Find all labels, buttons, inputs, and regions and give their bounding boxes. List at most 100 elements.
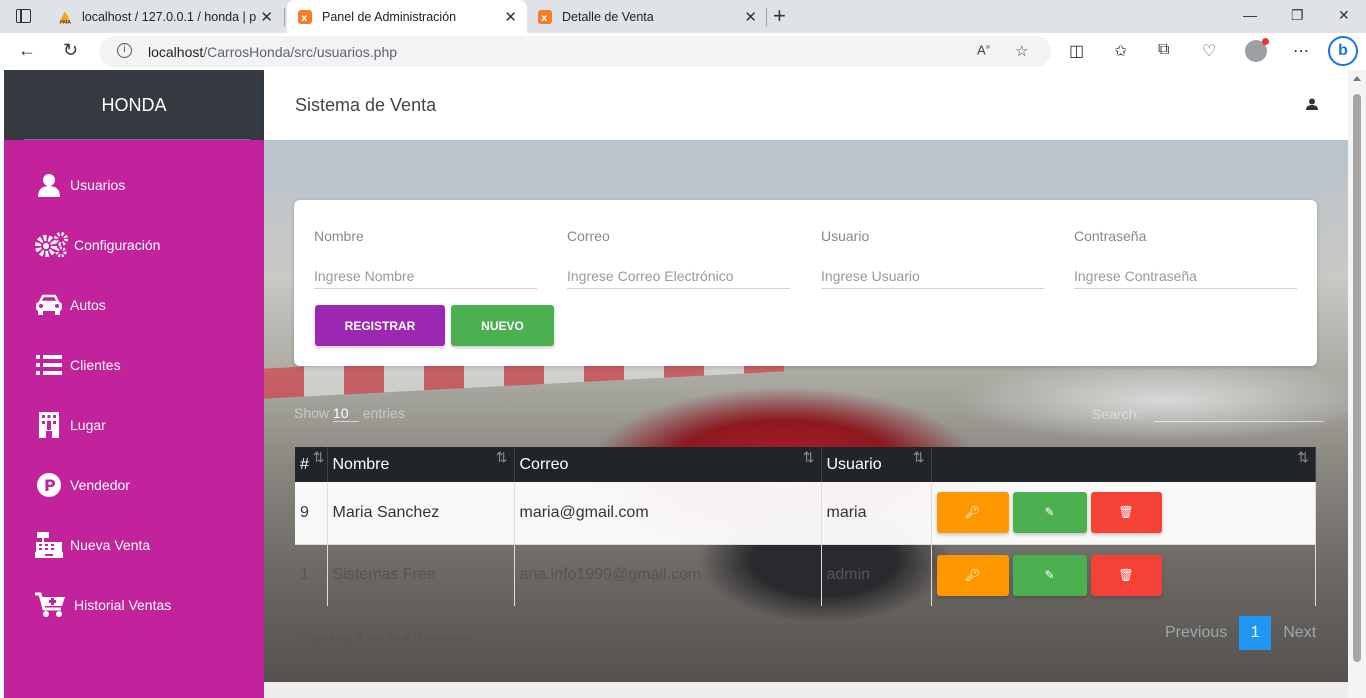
svg-text:x: x — [541, 13, 548, 24]
sidebar-item-label: Lugar — [70, 417, 106, 433]
col-usuario-header[interactable]: Usuario ⇅ — [821, 447, 932, 482]
edit-button[interactable]: ✎ — [1012, 492, 1087, 534]
back-icon[interactable]: ← — [18, 40, 36, 61]
col-id-header[interactable]: # ⇅ — [295, 447, 328, 482]
permissions-button[interactable]: 🔑︎ — [936, 554, 1009, 596]
usuario-input[interactable] — [821, 264, 1044, 289]
list-icon — [34, 352, 64, 378]
read-aloud-icon[interactable]: A» — [977, 42, 990, 57]
sort-icon[interactable]: ⇅ — [313, 449, 325, 466]
browser-essentials-icon[interactable]: ♡ — [1202, 41, 1216, 61]
sidebar-item-clientes[interactable]: Clientes — [34, 350, 121, 380]
sidebar-item-label: Clientes — [70, 357, 121, 373]
edit-button[interactable]: ✎ — [1012, 554, 1087, 596]
user-form-card: Nombre Correo Usuario Contraseña REGISTR… — [294, 200, 1317, 366]
table-search: Search: — [1092, 405, 1325, 422]
new-button[interactable]: NUEVO — [451, 305, 554, 346]
sidebar-item-nueva-venta[interactable]: Nueva Venta — [34, 530, 150, 560]
svg-text:PMA: PMA — [60, 20, 71, 25]
split-screen-icon[interactable]: ◫ — [1069, 41, 1084, 61]
page-scrollbar[interactable] — [1348, 70, 1366, 698]
copilot-icon[interactable]: b — [1328, 36, 1358, 66]
sort-icon[interactable]: ⇅ — [496, 449, 508, 466]
show-label: Show — [294, 405, 330, 421]
sidebar-item-label: Autos — [70, 297, 106, 313]
contrasena-field-group: Contraseña — [1074, 228, 1297, 289]
close-tab-icon[interactable]: ✕ — [744, 8, 757, 26]
previous-page-button[interactable]: Previous — [1153, 624, 1239, 642]
url-text[interactable]: localhost/CarrosHonda/src/usuarios.php — [148, 44, 397, 60]
entries-length-control: Show 10 entries — [294, 405, 405, 422]
sidebar-item-configuracion[interactable]: Configuración — [34, 230, 160, 260]
sidebar-item-autos[interactable]: Autos — [34, 290, 106, 320]
collections-icon[interactable]: ⧉ — [1158, 41, 1169, 59]
profile-avatar-icon[interactable] — [1245, 38, 1269, 62]
site-info-icon[interactable]: i — [117, 43, 132, 58]
cell-correo: maria@gmail.com — [514, 482, 822, 545]
tab-title: Panel de Administración — [322, 9, 457, 24]
window-close-icon[interactable]: ✕ — [1338, 7, 1350, 24]
close-tab-icon[interactable]: ✕ — [504, 8, 517, 26]
minimize-icon[interactable]: — — [1243, 7, 1257, 23]
favorite-star-icon[interactable]: ☆ — [1015, 42, 1028, 60]
nombre-label: Nombre — [314, 228, 364, 244]
sidebar-item-vendedor[interactable]: P Vendedor — [34, 470, 130, 500]
close-tab-icon[interactable]: ✕ — [260, 8, 273, 26]
delete-button[interactable]: 🗑︎ — [1090, 554, 1162, 596]
next-page-button[interactable]: Next — [1271, 624, 1328, 642]
tab-actions-icon[interactable] — [16, 9, 31, 23]
contrasena-input[interactable] — [1074, 264, 1297, 289]
browser-tab-detalle[interactable]: x Detalle de Venta ✕ — [527, 0, 767, 33]
sort-icon[interactable]: ⇅ — [1297, 449, 1309, 466]
col-nombre-header[interactable]: Nombre ⇅ — [327, 447, 515, 482]
sort-icon[interactable]: ⇅ — [803, 449, 815, 466]
search-input[interactable] — [1154, 405, 1325, 422]
user-menu-icon[interactable] — [1306, 97, 1318, 115]
user-icon — [34, 172, 64, 198]
sidebar-item-lugar[interactable]: Lugar — [34, 410, 106, 440]
restore-icon[interactable]: ❐ — [1291, 7, 1304, 24]
favorites-icon[interactable]: ✩ — [1114, 41, 1127, 61]
xampp-icon: x — [537, 9, 553, 25]
sidebar-item-historial-ventas[interactable]: Historial Ventas — [34, 590, 171, 620]
new-tab-icon[interactable]: + — [773, 3, 786, 29]
permissions-button[interactable]: 🔑︎ — [936, 492, 1009, 534]
cash-register-icon — [34, 532, 64, 558]
cell-actions: 🔑︎ ✎ 🗑︎ — [931, 544, 1316, 606]
trash-icon: 🗑︎ — [1118, 505, 1134, 520]
scrollbar-thumb[interactable] — [1353, 94, 1361, 662]
col-actions-header[interactable]: ⇅ — [931, 447, 1316, 482]
address-bar[interactable]: i localhost/CarrosHonda/src/usuarios.php… — [99, 36, 1051, 67]
cell-nombre: Sistemas Free — [327, 544, 515, 606]
browser-tab-panel[interactable]: x Panel de Administración ✕ — [287, 0, 527, 33]
edit-icon: ✎ — [1044, 567, 1055, 582]
browser-tab-bar: PMA localhost / 127.0.0.1 / honda | ph ✕… — [0, 0, 1366, 33]
entries-select[interactable]: 10 — [332, 405, 359, 422]
col-correo-header[interactable]: Correo ⇅ — [514, 447, 822, 482]
scroll-up-icon[interactable] — [1353, 76, 1361, 81]
tab-separator — [766, 8, 767, 26]
sidebar-item-usuarios[interactable]: Usuarios — [34, 170, 125, 200]
register-button[interactable]: REGISTRAR — [315, 305, 445, 346]
browser-tab-phpmyadmin[interactable]: PMA localhost / 127.0.0.1 / honda | ph ✕ — [47, 0, 283, 33]
page-1-button[interactable]: 1 — [1239, 616, 1272, 650]
cell-nombre: Maria Sanchez — [327, 482, 515, 545]
correo-input[interactable] — [567, 264, 790, 289]
nombre-input[interactable] — [314, 264, 537, 289]
cell-usuario: maria — [821, 482, 932, 545]
brand-logo[interactable]: HONDA — [4, 70, 264, 140]
main-content: Nombre Correo Usuario Contraseña REGISTR… — [264, 140, 1348, 682]
contrasena-label: Contraseña — [1074, 228, 1147, 244]
table-row: 9 Maria Sanchez maria@gmail.com maria 🔑︎… — [295, 482, 1316, 545]
tab-separator — [284, 8, 285, 26]
table-row: 1 Sistemas Free ana.info1999@gmail.com a… — [295, 544, 1316, 606]
svg-text:x: x — [301, 13, 308, 24]
refresh-icon[interactable]: ↻ — [63, 40, 78, 61]
sort-icon[interactable]: ⇅ — [913, 449, 925, 466]
sidebar-item-label: Configuración — [74, 237, 161, 253]
sidebar-item-label: Vendedor — [70, 477, 130, 493]
tab-title: Detalle de Venta — [562, 9, 654, 24]
more-options-icon[interactable]: ⋯ — [1293, 41, 1309, 61]
delete-button[interactable]: 🗑︎ — [1090, 492, 1162, 534]
car-icon — [34, 292, 64, 318]
